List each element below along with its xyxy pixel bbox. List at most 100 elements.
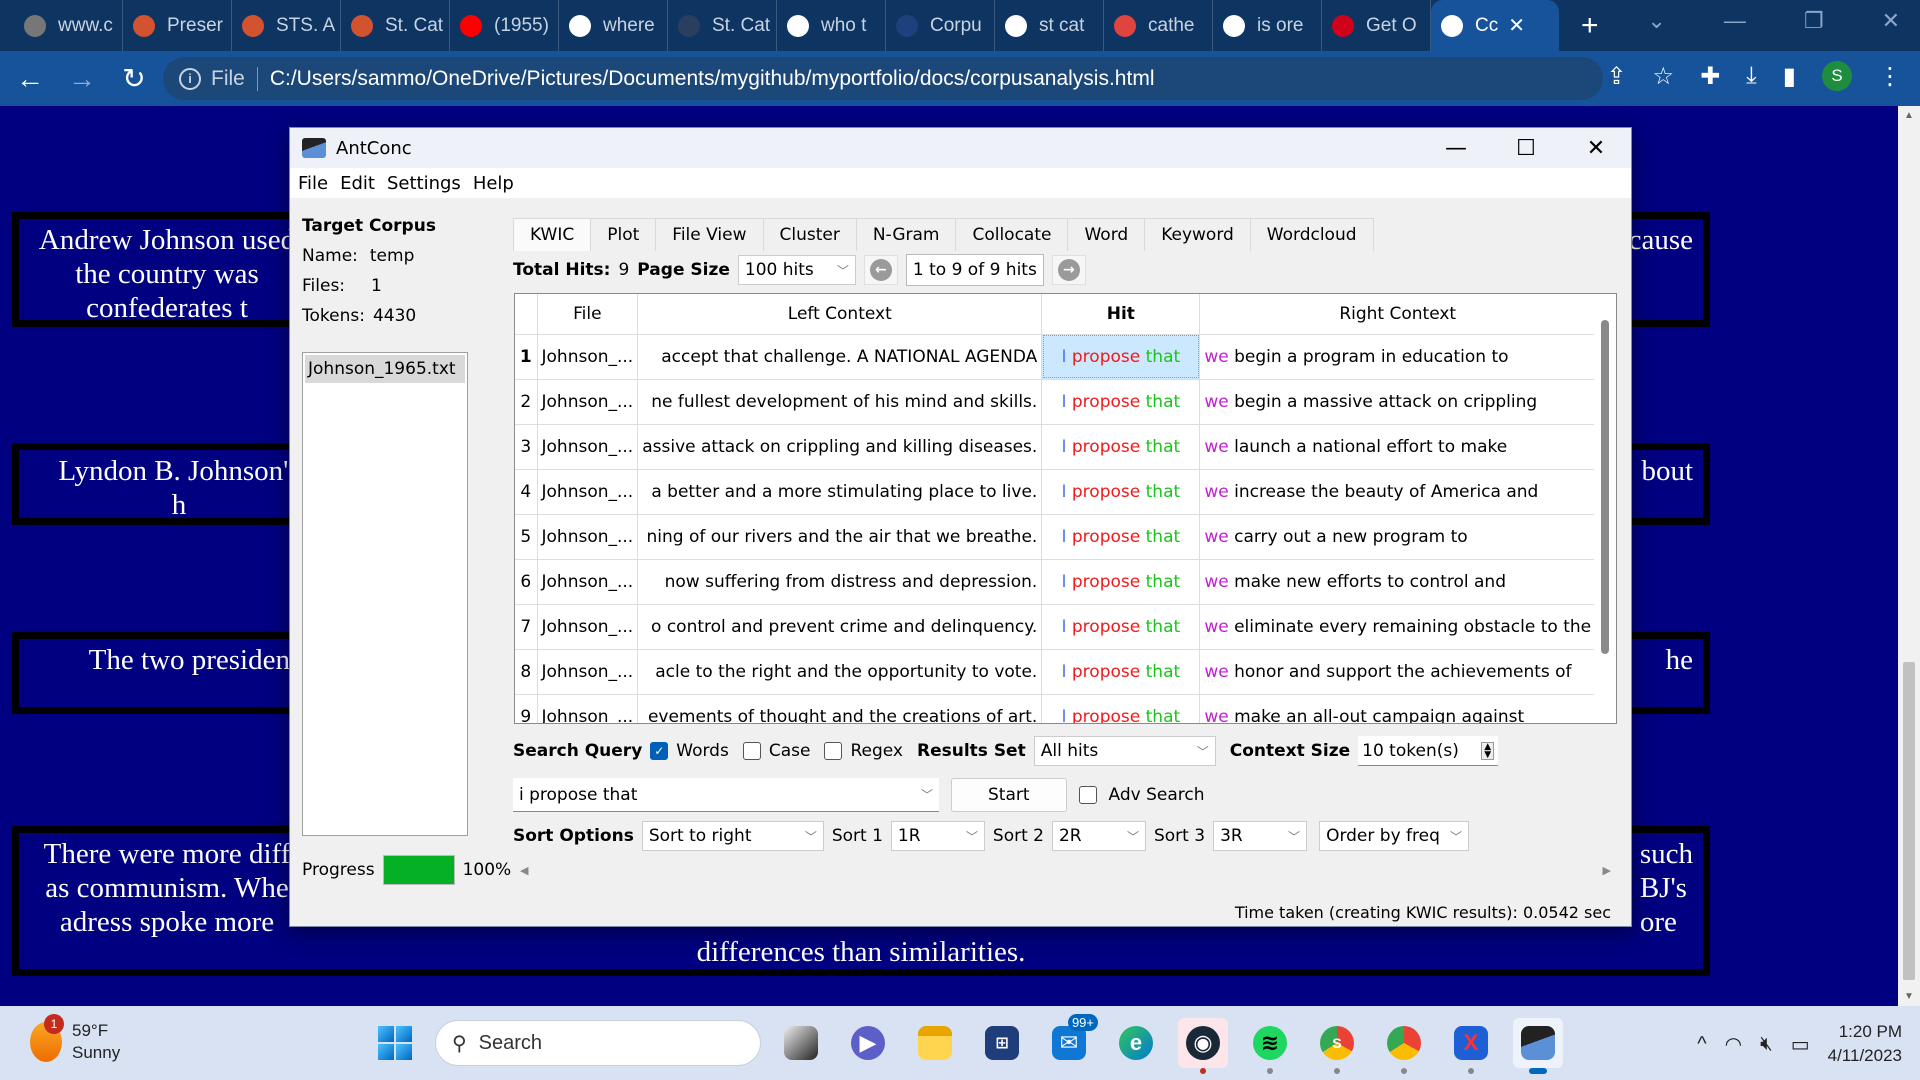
order-select[interactable]: Order by freq ﹀ (1319, 821, 1470, 851)
scrollbar-thumb[interactable] (1903, 662, 1915, 980)
left-context-cell[interactable]: assive attack on crippling and killing d… (637, 423, 1043, 469)
right-context-cell[interactable]: we launch a national effort to make (1199, 423, 1597, 469)
close-icon[interactable]: ✕ (1882, 8, 1900, 34)
menu-edit[interactable]: Edit (340, 173, 375, 194)
spinner-arrows-icon[interactable]: ▲ ▼ (1481, 741, 1495, 760)
search-query-input[interactable]: i propose that ﹀ (513, 778, 939, 812)
file-cell[interactable]: Johnson_... (537, 513, 639, 559)
right-context-cell[interactable]: we increase the beauty of America and (1199, 468, 1597, 514)
browser-tab[interactable]: (1955) (450, 0, 559, 51)
restore-icon[interactable]: ❐ (1804, 8, 1824, 34)
minimize-icon[interactable]: — (1724, 8, 1746, 34)
browser-tab[interactable]: Cc ✕ (1431, 0, 1559, 51)
right-context-cell[interactable]: we eliminate every remaining obstacle to… (1199, 603, 1597, 649)
menu-settings[interactable]: Settings (387, 173, 461, 194)
start-button[interactable] (378, 1026, 412, 1060)
file-cell[interactable]: Johnson_... (537, 558, 639, 604)
start-button[interactable]: Start (951, 778, 1067, 812)
close-icon[interactable]: ✕ (1561, 128, 1631, 168)
antconc-taskbar-icon[interactable] (1513, 1018, 1563, 1074)
table-row[interactable]: 8 Johnson_... acle to the right and the op… (515, 648, 1597, 694)
browser-tab[interactable]: Corpu (886, 0, 995, 51)
scroll-left-icon[interactable]: ◀ (520, 864, 528, 877)
file-cell[interactable]: Johnson_... (537, 693, 639, 723)
sort3-select[interactable]: 3R ﹀ (1213, 821, 1308, 851)
browser-tab[interactable]: STS. A (232, 0, 341, 51)
steam-icon[interactable]: ◉ (1178, 1018, 1228, 1074)
table-row[interactable]: 1 Johnson_... accept that challenge. A NAT… (515, 333, 1597, 379)
left-context-cell[interactable]: accept that challenge. A NATIONAL AGENDA (637, 333, 1043, 379)
file-cell[interactable]: Johnson_... (537, 603, 639, 649)
hit-cell[interactable]: I propose that (1041, 603, 1201, 649)
tab-collocate[interactable]: Collocate (955, 218, 1069, 251)
microsoft-store-icon[interactable]: ⊞ (977, 1018, 1027, 1068)
hit-cell[interactable]: I propose that (1041, 423, 1201, 469)
menu-help[interactable]: Help (473, 173, 514, 194)
left-context-cell[interactable]: ning of our rivers and the air that we b… (637, 513, 1043, 559)
results-set-select[interactable]: All hits ﹀ (1033, 736, 1216, 766)
corpus-file-list[interactable]: Johnson_1965.txt (302, 352, 468, 836)
browser-tab[interactable]: is ore (1213, 0, 1322, 51)
page-size-select[interactable]: 100 hits ﹀ (737, 255, 856, 285)
menu-file[interactable]: File (298, 173, 328, 194)
extensions-icon[interactable]: ✚ (1700, 62, 1720, 91)
reload-icon[interactable]: ↻ (112, 62, 156, 95)
words-checkbox[interactable]: ✓ (650, 742, 669, 760)
sort-mode-select[interactable]: Sort to right ﹀ (641, 821, 824, 851)
sort1-select[interactable]: 1R ﹀ (890, 821, 985, 851)
close-tab-icon[interactable]: ✕ (1508, 13, 1525, 38)
previous-page-button[interactable]: ← (863, 255, 898, 285)
task-view-icon[interactable] (776, 1018, 826, 1068)
hit-cell[interactable]: I propose that (1041, 333, 1201, 379)
weather-widget[interactable]: 1 59°F Sunny (30, 1014, 120, 1064)
address-bar[interactable]: i File C:/Users/sammo/OneDrive/Pictures/… (163, 57, 1603, 100)
file-explorer-icon[interactable] (910, 1018, 960, 1068)
edge-icon[interactable]: e (1111, 1018, 1161, 1068)
browser-tab[interactable]: cathe (1104, 0, 1213, 51)
right-context-cell[interactable]: we carry out a new program to (1199, 513, 1597, 559)
column-header-left-context[interactable]: Left Context (637, 294, 1043, 334)
teams-meet-icon[interactable]: ▶ (843, 1018, 893, 1068)
volume-muted-icon[interactable]: 🔇︎ (1760, 1033, 1773, 1056)
chevron-down-icon[interactable]: ﹀ (921, 786, 933, 803)
page-scrollbar[interactable]: ▲ ▼ (1898, 106, 1920, 1006)
horizontal-scrollbar[interactable]: ◀ ▶ (514, 861, 1617, 881)
tab-cluster[interactable]: Cluster (762, 218, 857, 251)
table-row[interactable]: 5 Johnson_... ning of our rivers and the a… (515, 513, 1597, 559)
mail-icon[interactable]: ✉ 99+ (1044, 1014, 1098, 1068)
browser-tab[interactable]: who t (777, 0, 886, 51)
browser-tab[interactable]: St. Cat (668, 0, 777, 51)
adv-search-checkbox[interactable] (1078, 786, 1097, 804)
table-row[interactable]: 4 Johnson_... a better and a more stimulat… (515, 468, 1597, 514)
left-context-cell[interactable]: ne fullest development of his mind and s… (637, 378, 1043, 424)
table-row[interactable]: 3 Johnson_... assive attack on crippling a… (515, 423, 1597, 469)
maximize-icon[interactable]: ☐ (1491, 128, 1561, 168)
left-context-cell[interactable]: o control and prevent crime and delinque… (637, 603, 1043, 649)
left-context-cell[interactable]: a better and a more stimulating place to… (637, 468, 1043, 514)
left-context-cell[interactable]: acle to the right and the opportunity to… (637, 648, 1043, 694)
spotify-icon[interactable]: ≋ (1245, 1018, 1295, 1074)
hit-cell[interactable]: I propose that (1041, 513, 1201, 559)
scroll-up-icon[interactable]: ▲ (1904, 110, 1914, 121)
file-cell[interactable]: Johnson_... (537, 468, 639, 514)
hit-cell[interactable]: I propose that (1041, 648, 1201, 694)
minimize-icon[interactable]: — (1421, 128, 1491, 168)
regex-checkbox[interactable] (824, 742, 843, 760)
browser-tab[interactable]: st cat (995, 0, 1104, 51)
wifi-icon[interactable]: ◠ (1725, 1032, 1742, 1057)
scroll-down-icon[interactable]: ▼ (1904, 991, 1914, 1002)
tab-search-icon[interactable]: ⌄ (1647, 8, 1665, 34)
chrome-profile-s-icon[interactable]: S (1312, 1018, 1362, 1074)
hit-cell[interactable]: I propose that (1041, 378, 1201, 424)
browser-tab[interactable]: where (559, 0, 668, 51)
back-icon[interactable]: ← (8, 63, 52, 95)
hit-cell[interactable]: I propose that (1041, 468, 1201, 514)
column-header-index[interactable] (515, 294, 538, 334)
tab-kwic[interactable]: KWIC (513, 218, 592, 251)
column-header-right-context[interactable]: Right Context (1199, 294, 1597, 334)
left-context-cell[interactable]: now suffering from distress and depressi… (637, 558, 1043, 604)
browser-tab[interactable]: www.c (14, 0, 123, 51)
browser-tab[interactable]: Preser (123, 0, 232, 51)
tab-file-view[interactable]: File View (655, 218, 764, 251)
bookmark-star-icon[interactable]: ☆ (1653, 62, 1675, 91)
